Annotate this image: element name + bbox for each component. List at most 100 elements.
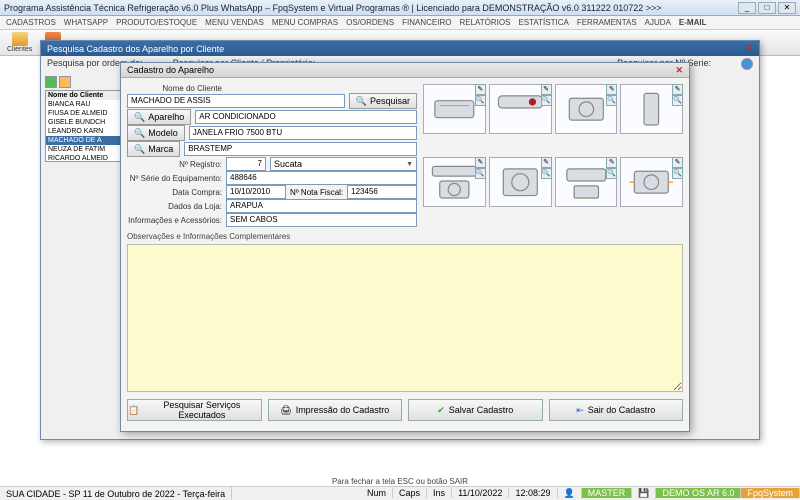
label-nome-cliente: Nome do Cliente	[127, 84, 222, 93]
status-time: 12:08:29	[509, 488, 557, 498]
status-dropdown[interactable]: Sucata▼	[270, 157, 417, 171]
thumbnail[interactable]: ✎🔍	[555, 157, 618, 207]
window-controls: _ □ ✕	[738, 2, 796, 14]
toolbar-clientes[interactable]: Clientes	[4, 32, 35, 53]
aparelho-picker[interactable]: 🔍Aparelho	[127, 109, 191, 125]
thumb-edit-icon[interactable]: ✎	[475, 84, 486, 95]
menu-bar: CADASTROS WHATSAPP PRODUTO/ESTOQUE MENU …	[0, 16, 800, 30]
thumb-edit-icon[interactable]: ✎	[672, 157, 683, 168]
thumb-zoom-icon[interactable]: 🔍	[672, 95, 683, 106]
impressao-button[interactable]: 🖨Impressão do Cadastro	[268, 399, 403, 421]
menu-email[interactable]: E-MAIL	[679, 18, 707, 27]
menu-vendas[interactable]: MENU VENDAS	[205, 18, 264, 27]
menu-financeiro[interactable]: FINANCEIRO	[402, 18, 451, 27]
thumb-zoom-icon[interactable]: 🔍	[541, 168, 552, 179]
label-data-compra: Data Compra:	[127, 188, 222, 197]
menu-ajuda[interactable]: AJUDA	[645, 18, 671, 27]
status-date: 11/10/2022	[452, 488, 509, 498]
modelo-picker[interactable]: 🔍Modelo	[127, 125, 185, 141]
cliente-field[interactable]: MACHADO DE ASSIS	[127, 94, 345, 108]
action-button-bar: 📋Pesquisar Serviços Executados 🖨Impressã…	[127, 395, 683, 425]
list-icon: 📋	[128, 405, 139, 416]
thumbnail[interactable]: ✎🔍	[423, 84, 486, 134]
label-obs: Observações e Informações Complementares	[127, 232, 683, 241]
exit-icon: ⇤	[576, 405, 584, 416]
search-close-button[interactable]: ✕	[745, 43, 753, 54]
thumb-edit-icon[interactable]: ✎	[606, 84, 617, 95]
thumb-edit-icon[interactable]: ✎	[541, 157, 552, 168]
status-system: FpqSystem	[741, 488, 800, 498]
menu-estatistica[interactable]: ESTATÍSTICA	[518, 18, 568, 27]
label-dados-loja: Dados da Loja:	[127, 202, 222, 211]
servicos-button[interactable]: 📋Pesquisar Serviços Executados	[127, 399, 262, 421]
thumb-edit-icon[interactable]: ✎	[606, 157, 617, 168]
thumbnail[interactable]: ✎🔍	[620, 157, 683, 207]
thumbnail[interactable]: ✎🔍	[555, 84, 618, 134]
detail-window: Cadastro do Aparelho ✕ Nome do Cliente M…	[120, 62, 690, 432]
minimize-button[interactable]: _	[738, 2, 756, 14]
print-icon: 🖨	[280, 405, 291, 416]
label-serie: Nº Série do Equipamento:	[127, 174, 222, 183]
detail-close-button[interactable]: ✕	[675, 65, 683, 76]
data-compra-field[interactable]: 10/10/2010	[226, 185, 286, 199]
pesquisar-button[interactable]: 🔍Pesquisar	[349, 93, 417, 109]
menu-compras[interactable]: MENU COMPRAS	[272, 18, 338, 27]
label-nota-fiscal: Nº Nota Fiscal:	[290, 188, 343, 197]
search-window-title: Pesquisa Cadastro dos Aparelho por Clien…	[41, 41, 759, 56]
marca-picker[interactable]: 🔍Marca	[127, 141, 180, 157]
add-icon[interactable]	[45, 76, 57, 88]
registro-field[interactable]: 7	[226, 157, 266, 171]
status-user-icon: 👤	[558, 488, 582, 499]
thumb-zoom-icon[interactable]: 🔍	[475, 168, 486, 179]
status-caps: Caps	[393, 488, 427, 498]
menu-relatorios[interactable]: RELATÓRIOS	[459, 18, 510, 27]
status-bar: SUA CIDADE - SP 11 de Outubro de 2022 - …	[0, 486, 800, 500]
nota-fiscal-field[interactable]: 123456	[347, 185, 417, 199]
status-num: Num	[361, 488, 393, 498]
marca-field[interactable]: BRASTEMP	[184, 142, 417, 156]
edit-icon[interactable]	[59, 76, 71, 88]
thumb-zoom-icon[interactable]: 🔍	[672, 168, 683, 179]
status-db-icon: 💾	[632, 488, 656, 499]
thumb-zoom-icon[interactable]: 🔍	[475, 95, 486, 106]
thumb-edit-icon[interactable]: ✎	[672, 84, 683, 95]
thumb-zoom-icon[interactable]: 🔍	[541, 95, 552, 106]
app-titlebar: Programa Assistência Técnica Refrigeraçã…	[0, 0, 800, 16]
label-info: Informações e Acessórios:	[127, 216, 222, 225]
menu-os[interactable]: OS/ORDENS	[346, 18, 394, 27]
check-icon: ✔	[437, 405, 445, 416]
aparelho-field[interactable]: AR CONDICIONADO	[195, 110, 417, 124]
refresh-icon[interactable]	[741, 58, 753, 70]
close-button[interactable]: ✕	[778, 2, 796, 14]
status-demo: DEMO OS AR 6.0	[656, 488, 741, 498]
detail-window-title: Cadastro do Aparelho ✕	[121, 63, 689, 78]
thumbnail-grid: ✎🔍 ✎🔍 ✎🔍 ✎🔍 ✎🔍 ✎🔍 ✎🔍 ✎🔍	[423, 84, 683, 227]
info-field[interactable]: SEM CABOS	[226, 213, 417, 227]
serie-field[interactable]: 488646	[226, 171, 417, 185]
thumb-edit-icon[interactable]: ✎	[541, 84, 552, 95]
menu-whatsapp[interactable]: WHATSAPP	[64, 18, 108, 27]
search-icon: 🔍	[134, 128, 145, 139]
menu-ferramentas[interactable]: FERRAMENTAS	[577, 18, 637, 27]
observations-textarea[interactable]	[127, 244, 683, 392]
thumbnail[interactable]: ✎🔍	[423, 157, 486, 207]
footer-hint: Para fechar a tela ESC ou botão SAIR	[0, 477, 800, 486]
thumbnail[interactable]: ✎🔍	[489, 84, 552, 134]
status-master: MASTER	[582, 488, 633, 498]
thumb-zoom-icon[interactable]: 🔍	[606, 95, 617, 106]
search-icon: 🔍	[356, 96, 367, 107]
thumbnail[interactable]: ✎🔍	[489, 157, 552, 207]
thumb-zoom-icon[interactable]: 🔍	[606, 168, 617, 179]
thumbnail[interactable]: ✎🔍	[620, 84, 683, 134]
salvar-button[interactable]: ✔Salvar Cadastro	[408, 399, 543, 421]
label-registro: Nº Registro:	[127, 160, 222, 169]
status-location: SUA CIDADE - SP 11 de Outubro de 2022 - …	[0, 487, 232, 500]
menu-cadastros[interactable]: CADASTROS	[6, 18, 56, 27]
loja-field[interactable]: ARAPUA	[226, 199, 417, 213]
maximize-button[interactable]: □	[758, 2, 776, 14]
thumb-edit-icon[interactable]: ✎	[475, 157, 486, 168]
status-ins: Ins	[427, 488, 452, 498]
sair-button[interactable]: ⇤Sair do Cadastro	[549, 399, 684, 421]
menu-produto[interactable]: PRODUTO/ESTOQUE	[116, 18, 197, 27]
modelo-field[interactable]: JANELA FRIO 7500 BTU	[189, 126, 417, 140]
